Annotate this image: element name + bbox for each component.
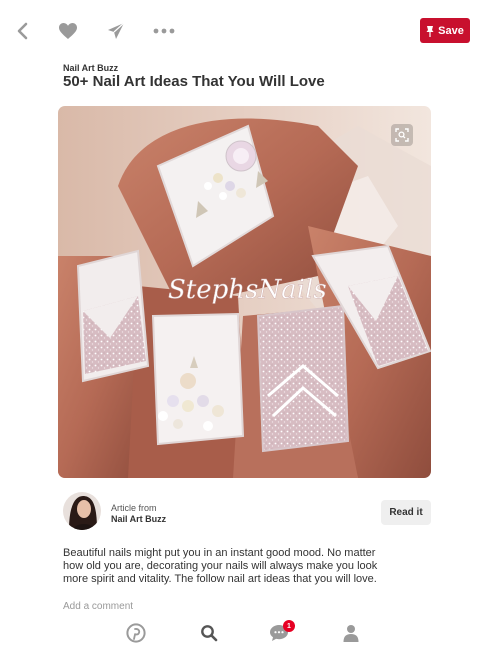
save-button-label: Save bbox=[438, 24, 464, 37]
pin-icon bbox=[426, 25, 434, 37]
search-icon[interactable] bbox=[198, 622, 220, 644]
pinterest-icon[interactable] bbox=[125, 622, 147, 644]
article-from-label: Article from bbox=[111, 503, 157, 513]
send-icon[interactable] bbox=[103, 18, 129, 44]
bottom-nav bbox=[0, 618, 487, 650]
pin-title: 50+ Nail Art Ideas That You Will Love bbox=[63, 73, 325, 90]
more-icon[interactable] bbox=[151, 18, 177, 44]
pin-description: Beautiful nails might put you in an inst… bbox=[63, 547, 378, 585]
top-bar: Save bbox=[0, 0, 487, 62]
read-it-button[interactable]: Read it bbox=[381, 500, 431, 525]
pin-image[interactable]: StephsNails bbox=[58, 106, 431, 478]
pin-source[interactable]: Nail Art Buzz bbox=[63, 63, 118, 73]
back-icon[interactable] bbox=[10, 18, 36, 44]
heart-icon[interactable] bbox=[55, 18, 81, 44]
visual-search-button[interactable] bbox=[391, 124, 413, 146]
save-button[interactable]: Save bbox=[420, 18, 470, 43]
watermark-text: StephsNails bbox=[168, 275, 327, 305]
avatar[interactable] bbox=[63, 492, 101, 530]
profile-icon[interactable] bbox=[340, 622, 362, 644]
notification-badge: 1 bbox=[283, 620, 295, 632]
lens-icon bbox=[395, 128, 409, 142]
add-comment-input[interactable]: Add a comment bbox=[63, 601, 133, 612]
author-name[interactable]: Nail Art Buzz bbox=[111, 514, 166, 524]
